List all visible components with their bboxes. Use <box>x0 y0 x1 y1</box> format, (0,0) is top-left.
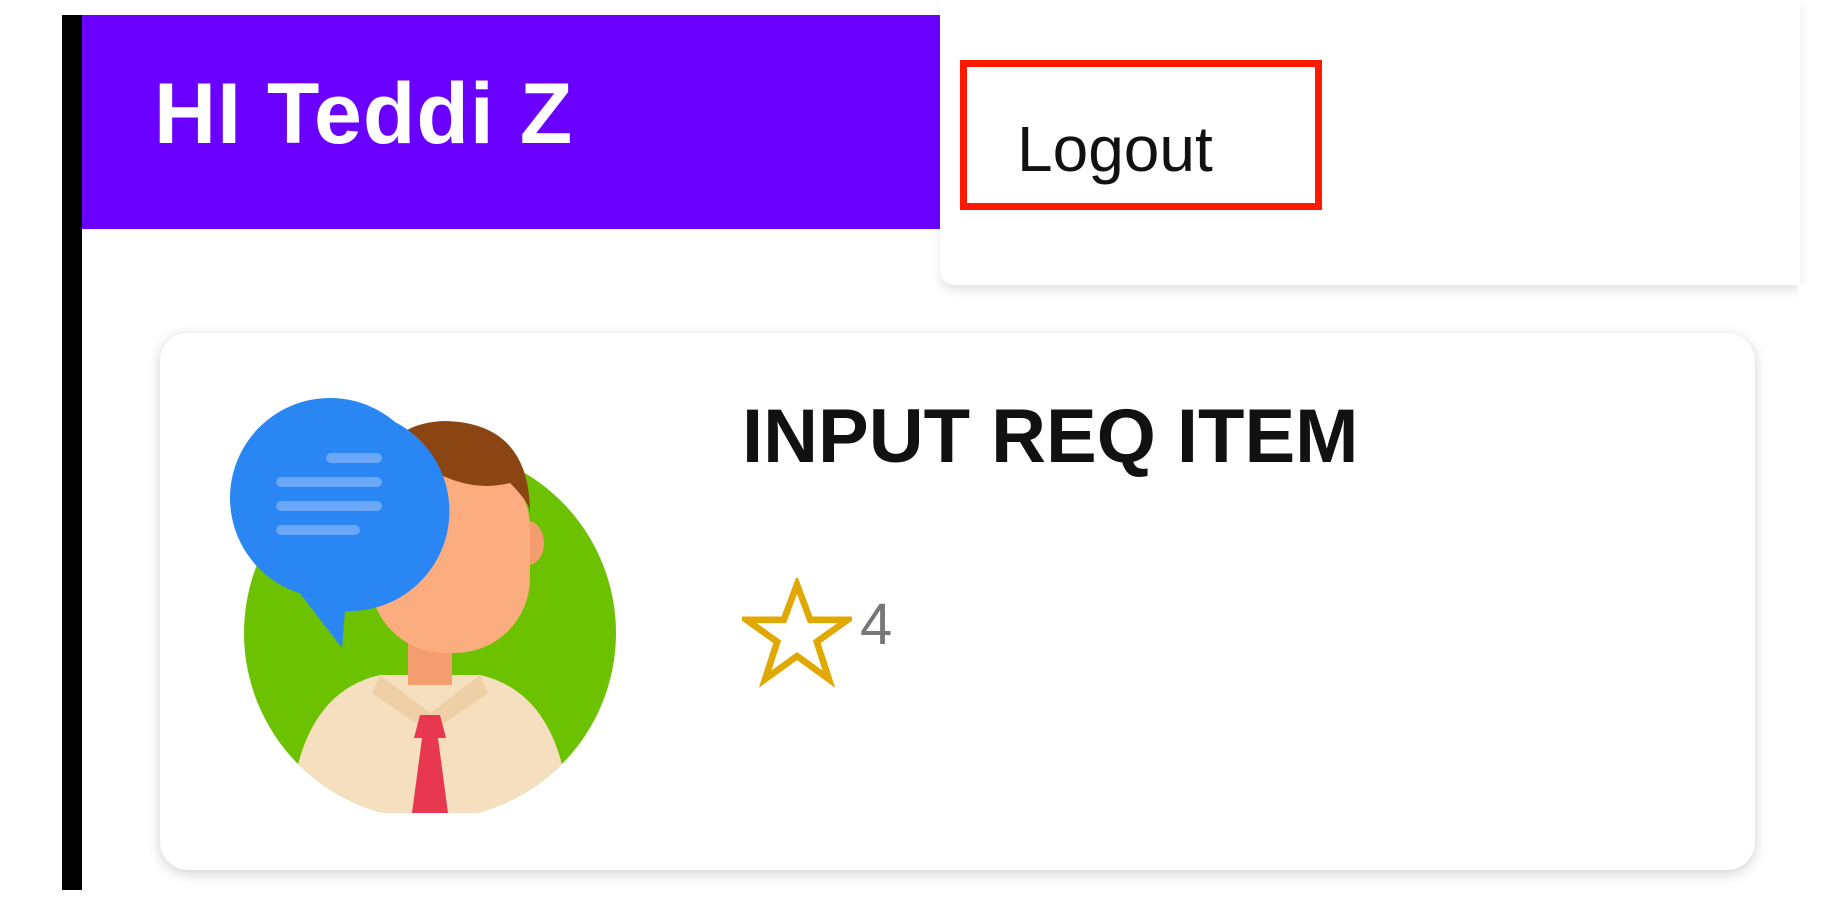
rating: 4 <box>742 578 892 688</box>
item-card[interactable]: INPUT REQ ITEM 4 <box>160 333 1755 870</box>
item-title: INPUT REQ ITEM <box>742 394 1359 479</box>
star-outline-icon <box>742 578 852 688</box>
header-bar: HI Teddi Z <box>82 15 942 229</box>
left-edge-bar <box>62 15 82 890</box>
overflow-menu: Logout <box>940 0 1800 285</box>
rating-value: 4 <box>860 591 893 657</box>
app-screen: HI Teddi Z Logout INPUT REQ ITEM 4 <box>0 0 1843 900</box>
right-edge <box>1798 285 1843 900</box>
greeting-text: HI Teddi Z <box>154 66 574 162</box>
logout-label: Logout <box>1017 113 1213 185</box>
logout-menu-item[interactable]: Logout <box>960 60 1322 210</box>
person-with-chat-bubble-icon <box>230 393 630 819</box>
